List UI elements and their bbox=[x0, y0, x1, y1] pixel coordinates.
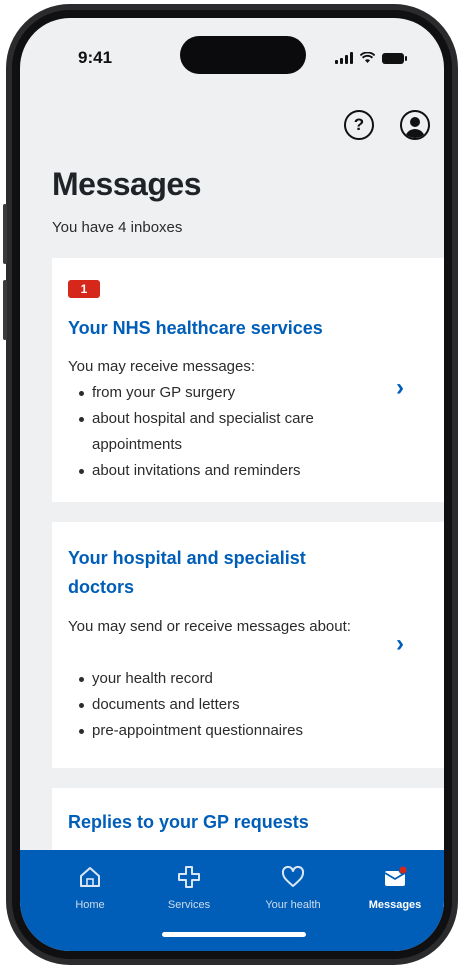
heart-icon bbox=[281, 865, 305, 887]
phone-frame: 9:41 ? Messages You have 4 inboxes 1 You… bbox=[3, 4, 458, 965]
list-item: from your GP surgery bbox=[68, 380, 386, 406]
list-item: pre-appointment questionnaires bbox=[68, 718, 386, 744]
card-description: You may send or receive messages about: bbox=[68, 618, 351, 635]
help-icon[interactable]: ? bbox=[344, 110, 374, 140]
wifi-icon bbox=[360, 52, 375, 63]
list-item: about hospital and specialist care appoi… bbox=[68, 406, 386, 458]
screen: 9:41 ? Messages You have 4 inboxes 1 You… bbox=[20, 18, 444, 951]
home-indicator bbox=[162, 932, 306, 937]
tab-services[interactable]: Services bbox=[144, 864, 234, 911]
list-item: about invitations and reminders bbox=[68, 458, 386, 484]
card-title[interactable]: Your hospital and specialist doctors bbox=[68, 544, 306, 602]
tab-messages[interactable]: Messages bbox=[350, 864, 440, 911]
tab-home[interactable]: Home bbox=[45, 864, 135, 911]
cellular-signal-icon bbox=[335, 52, 353, 64]
tab-your-health[interactable]: Your health bbox=[248, 864, 338, 911]
status-bar: 9:41 bbox=[20, 18, 444, 88]
status-time: 9:41 bbox=[78, 48, 113, 67]
chevron-right-icon: › bbox=[396, 630, 404, 657]
plus-icon bbox=[178, 866, 200, 888]
volume-button bbox=[3, 204, 7, 264]
envelope-icon bbox=[384, 865, 408, 886]
tab-label: Services bbox=[167, 899, 211, 911]
header-actions: ? bbox=[344, 110, 430, 140]
card-list: from your GP surgery about hospital and … bbox=[68, 380, 386, 484]
home-icon bbox=[80, 867, 100, 887]
tab-bar: Home Services Your health Messages bbox=[20, 850, 444, 951]
status-icons bbox=[335, 52, 407, 64]
page-title: Messages bbox=[52, 166, 201, 202]
unread-badge: 1 bbox=[68, 280, 100, 298]
card-title-line: doctors bbox=[68, 577, 135, 597]
volume-button bbox=[3, 280, 7, 340]
tab-label: Home bbox=[75, 899, 105, 911]
tab-label: Your health bbox=[265, 899, 321, 911]
inbox-card-hospital-doctors[interactable]: Your hospital and specialist doctors You… bbox=[52, 522, 444, 768]
battery-icon bbox=[382, 52, 407, 64]
card-title[interactable]: Replies to your GP requests bbox=[68, 808, 309, 837]
page-subtitle: You have 4 inboxes bbox=[52, 219, 183, 236]
card-list: your health record documents and letters… bbox=[68, 666, 386, 744]
card-title[interactable]: Your NHS healthcare services bbox=[68, 314, 323, 343]
list-item: your health record bbox=[68, 666, 386, 692]
inbox-card-nhs-services[interactable]: 1 Your NHS healthcare services You may r… bbox=[52, 258, 444, 502]
card-title-line: Your hospital and specialist bbox=[68, 548, 306, 568]
dynamic-island bbox=[180, 36, 306, 74]
tab-label: Messages bbox=[368, 899, 422, 911]
list-item: documents and letters bbox=[68, 692, 386, 718]
profile-icon[interactable] bbox=[400, 110, 430, 140]
card-description: You may receive messages: bbox=[68, 358, 256, 375]
chevron-right-icon: › bbox=[396, 374, 404, 401]
